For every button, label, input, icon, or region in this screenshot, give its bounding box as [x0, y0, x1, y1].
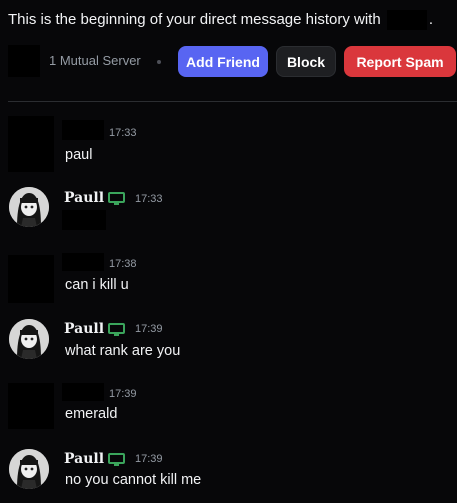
redacted-avatar[interactable]: [8, 383, 54, 429]
user-avatar[interactable]: [9, 319, 49, 359]
message-timestamp[interactable]: 17:39: [135, 323, 163, 335]
dm-intro-label: This is the beginning of your direct mes…: [8, 10, 381, 28]
redacted-author-name[interactable]: [62, 253, 104, 271]
dm-intro-suffix: .: [428, 10, 434, 28]
redacted-author-name[interactable]: [62, 383, 104, 401]
message-timestamp[interactable]: 17:38: [109, 258, 137, 270]
redacted-avatar[interactable]: [8, 255, 54, 303]
message-timestamp[interactable]: 17:39: [109, 388, 137, 400]
divider: [8, 101, 457, 102]
message-author[interactable]: Paull: [64, 190, 104, 206]
redacted-author-name[interactable]: [62, 120, 104, 140]
redacted-message-content: [62, 210, 106, 230]
message-author[interactable]: Paull: [64, 451, 104, 467]
message-content: can i kill u: [65, 277, 129, 293]
message-content: no you cannot kill me: [65, 472, 202, 488]
profile-action-row: 1 Mutual Server Add Friend Block Report …: [8, 44, 456, 78]
message-timestamp[interactable]: 17:33: [109, 127, 137, 139]
message-timestamp[interactable]: 17:33: [135, 193, 163, 205]
desktop-icon: [108, 192, 125, 205]
message-content: emerald: [65, 406, 118, 422]
desktop-icon: [108, 453, 125, 466]
message-content: paul: [65, 147, 93, 163]
dm-intro-text: This is the beginning of your direct mes…: [8, 10, 433, 30]
report-spam-button[interactable]: Report Spam: [344, 46, 456, 77]
redacted-server-icon: [8, 45, 40, 77]
message-timestamp[interactable]: 17:39: [135, 453, 163, 465]
avatar-image-icon: [9, 319, 49, 359]
separator-dot: [157, 60, 161, 64]
mutual-servers-link[interactable]: 1 Mutual Server: [49, 53, 141, 68]
user-avatar[interactable]: [9, 449, 49, 489]
message-author[interactable]: Paull: [64, 321, 104, 337]
add-friend-button[interactable]: Add Friend: [178, 46, 268, 77]
redacted-avatar[interactable]: [8, 116, 54, 172]
desktop-icon: [108, 323, 125, 336]
message-content: what rank are you: [65, 343, 181, 359]
block-button[interactable]: Block: [276, 46, 336, 77]
user-avatar[interactable]: [9, 187, 49, 227]
avatar-image-icon: [9, 187, 49, 227]
avatar-image-icon: [9, 449, 49, 489]
redacted-username: [386, 10, 427, 30]
